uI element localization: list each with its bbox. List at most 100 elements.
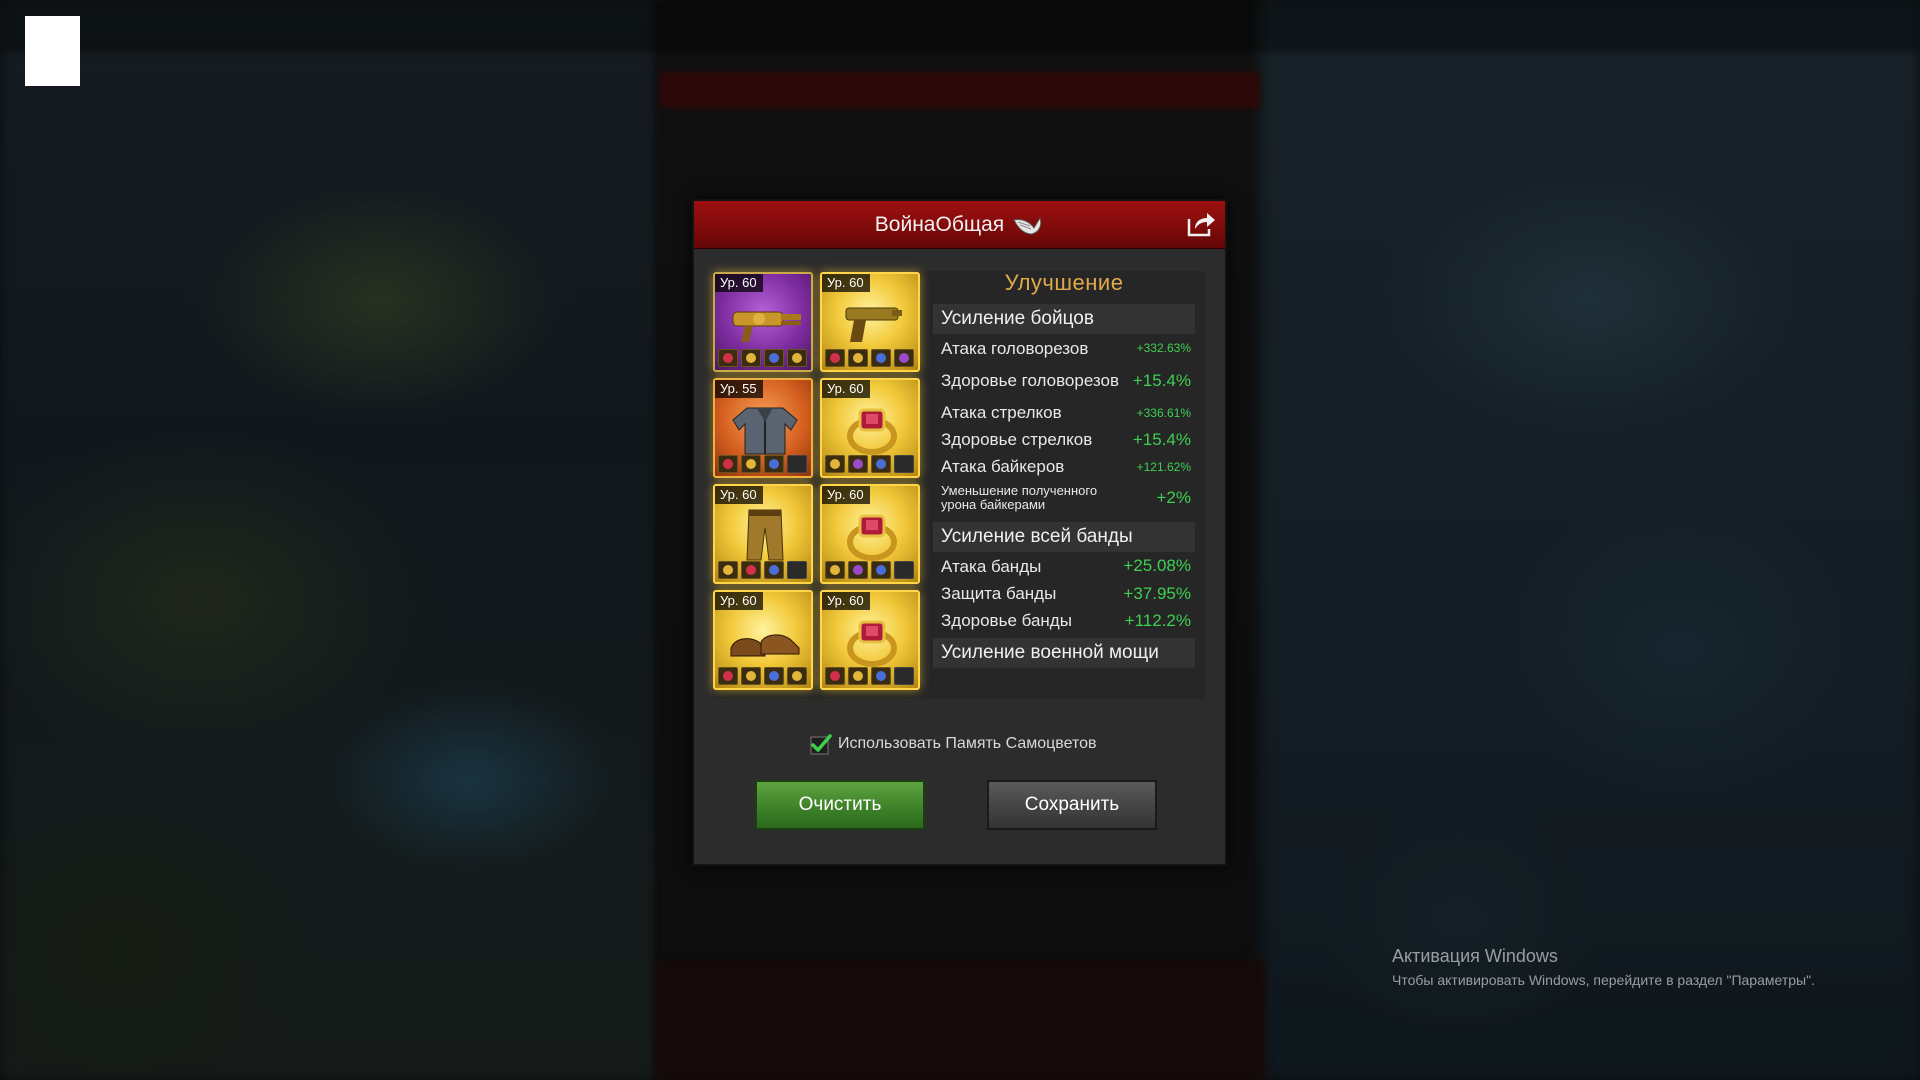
empty-socket-icon [787, 455, 807, 473]
stat-name: Здоровье головорезов [941, 371, 1120, 390]
equipment-slot-gatling-gun[interactable]: Ур. 60 [713, 272, 813, 372]
gem-sockets [718, 349, 807, 367]
gold-gem-icon [848, 349, 868, 367]
watermark-title: Активация Windows [1392, 946, 1558, 966]
stat-value: +112.2% [1124, 610, 1191, 630]
gatling-gun-icon [725, 294, 805, 350]
equipment-slot-golden-pistol[interactable]: Ур. 60 [820, 272, 920, 372]
gold-gem-icon [741, 667, 761, 685]
gold-gem-icon [741, 349, 761, 367]
blue-gem-icon [764, 455, 784, 473]
red-gem-icon [718, 455, 738, 473]
blue-gem-icon [764, 667, 784, 685]
stats-heading: Улучшение [1004, 270, 1124, 295]
item-level: Ур. 60 [822, 486, 870, 504]
item-level: Ур. 60 [822, 592, 870, 610]
stat-row: Здоровье головорезов +15.4% [933, 362, 1195, 399]
stat-name: Атака банды [941, 556, 1042, 576]
gold-gem-icon [848, 667, 868, 685]
dialog-title: ВойнаОбщая [874, 212, 1005, 236]
share-icon[interactable] [1185, 209, 1217, 239]
stat-name: Атака стрелков [941, 403, 1062, 422]
stat-name: Уменьшение полученного урона байкерами [941, 483, 1098, 512]
stat-row: Атака банды +25.08% [933, 552, 1195, 580]
stat-name: Защита банды [941, 584, 1057, 603]
blue-gem-icon [871, 561, 891, 579]
golden-pistol-icon [832, 294, 912, 350]
item-level: Ур. 55 [715, 380, 763, 398]
stat-row: Атака байкеров +121.62% [933, 453, 1195, 480]
section-gang: Усиление всей банды [933, 522, 1195, 552]
stat-row: Защита банды +37.95% [933, 580, 1195, 607]
stat-row: Уменьшение полученного урона байкерами +2… [933, 480, 1195, 516]
red-gem-icon [825, 667, 845, 685]
empty-socket-icon [894, 667, 914, 685]
item-level: Ур. 60 [715, 274, 763, 292]
gold-gem-icon [787, 349, 807, 367]
ruby-ring-icon [832, 612, 912, 668]
leather-shoes-icon [725, 612, 805, 668]
wing-icon [1012, 212, 1044, 238]
gem-sockets [825, 349, 914, 367]
red-gem-icon [825, 349, 845, 367]
use-gem-memory-checkbox[interactable]: Использовать Память Самоцветов [810, 733, 1097, 755]
stat-value: +336.61% [1136, 405, 1191, 420]
watermark-subtitle: Чтобы активировать Windows, перейдите в … [1392, 972, 1815, 988]
gold-gem-icon [787, 667, 807, 685]
golden-pants-icon [725, 506, 805, 562]
stat-row: Здоровье банды +112.2% [933, 607, 1195, 634]
stats-panel: Улучшение Усиление бойцов Атака головоре… [933, 266, 1195, 668]
purple-gem-icon [894, 349, 914, 367]
section-military: Усиление военной мощи [933, 638, 1195, 668]
equipment-slot-ruby-ring[interactable]: Ур. 60 [820, 590, 920, 690]
section-fighters: Усиление бойцов [933, 304, 1195, 334]
stat-value: +15.4% [1132, 429, 1191, 449]
equipment-slot-leather-shoes[interactable]: Ур. 60 [713, 590, 813, 690]
gold-gem-icon [718, 561, 738, 579]
red-gem-icon [741, 561, 761, 579]
equipment-slot-ruby-ring[interactable]: Ур. 60 [820, 378, 920, 478]
purple-gem-icon [848, 561, 868, 579]
blue-gem-icon [764, 561, 784, 579]
equipment-slot-golden-pants[interactable]: Ур. 60 [713, 484, 813, 584]
empty-socket-icon [787, 561, 807, 579]
item-level: Ур. 60 [715, 592, 763, 610]
red-gem-icon [718, 667, 738, 685]
gold-gem-icon [825, 561, 845, 579]
empty-socket-icon [894, 561, 914, 579]
windows-activation-watermark: Активация Windows Чтобы активировать Win… [1392, 946, 1815, 988]
stat-name: Здоровье банды [941, 611, 1072, 630]
equipment-slot-ruby-ring[interactable]: Ур. 60 [820, 484, 920, 584]
gem-sockets [825, 667, 914, 685]
stat-value: +25.08% [1123, 556, 1191, 575]
stat-value: +2% [1156, 488, 1192, 507]
blue-gem-icon [871, 455, 891, 473]
ruby-ring-icon [832, 400, 912, 456]
stat-name: Здоровье стрелков [941, 430, 1093, 449]
empty-socket-icon [894, 455, 914, 473]
gold-gem-icon [825, 455, 845, 473]
purple-gem-icon [848, 455, 868, 473]
blue-gem-icon [871, 349, 891, 367]
stat-value: +37.95% [1123, 583, 1191, 603]
stat-value: +332.63% [1136, 341, 1191, 355]
stat-name: Атака байкеров [941, 457, 1065, 476]
gold-gem-icon [741, 455, 761, 473]
checkmark-icon[interactable] [810, 733, 832, 755]
dialog-header: ВойнаОбщая [694, 201, 1225, 249]
stat-row: Атака головорезов +332.63% [933, 334, 1195, 362]
stat-row: Здоровье стрелков +15.4% [933, 426, 1195, 453]
clear-button[interactable]: Очистить [755, 780, 925, 830]
stat-value: +15.4% [1132, 370, 1191, 390]
gem-sockets [718, 667, 807, 685]
red-gem-icon [718, 349, 738, 367]
equipment-slot-leather-jacket[interactable]: Ур. 55 [713, 378, 813, 478]
blue-gem-icon [871, 667, 891, 685]
item-level: Ур. 60 [822, 380, 870, 398]
item-level: Ур. 60 [822, 274, 870, 292]
save-button[interactable]: Сохранить [987, 780, 1157, 830]
gem-sockets [718, 561, 807, 579]
stat-name: Атака головорезов [941, 338, 1089, 358]
leather-jacket-icon [725, 400, 805, 456]
ruby-ring-icon [832, 506, 912, 562]
